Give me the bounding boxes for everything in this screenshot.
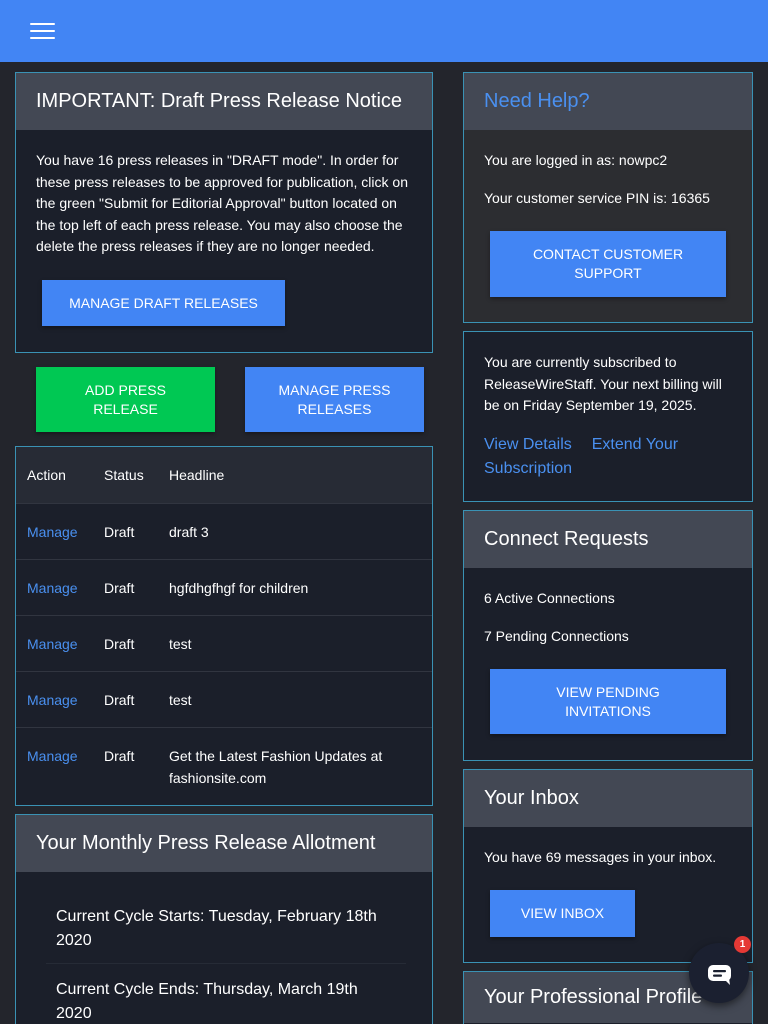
header-action: Action (27, 467, 66, 483)
manage-link[interactable]: Manage (27, 524, 78, 540)
add-press-release-button[interactable]: ADD PRESS RELEASE (36, 367, 215, 432)
view-details-link[interactable]: View Details (484, 436, 572, 453)
allotment-card: Your Monthly Press Release Allotment Cur… (15, 814, 433, 1024)
manage-link[interactable]: Manage (27, 692, 78, 708)
cycle-start-text: Current Cycle Starts: Tuesday, February … (56, 908, 377, 949)
chat-notification-badge: 1 (734, 936, 751, 953)
status-cell: Draft (104, 692, 135, 708)
table-row: Manage Draft Get the Latest Fashion Upda… (16, 727, 432, 805)
inbox-text: You have 69 messages in your inbox. (484, 849, 717, 865)
top-navbar (0, 0, 768, 62)
inbox-card: Your Inbox You have 69 messages in your … (463, 769, 753, 963)
header-headline: Headline (169, 467, 225, 483)
headline-cell: test (169, 692, 192, 708)
connect-requests-title: Connect Requests (464, 511, 752, 568)
subscription-links: View Details Extend Your Subscription (484, 433, 734, 481)
table-row: Manage Draft test (16, 615, 432, 671)
table-row: Manage Draft test (16, 671, 432, 727)
inbox-title: Your Inbox (464, 770, 752, 827)
divider (46, 963, 406, 964)
subscription-card: You are currently subscribed to ReleaseW… (463, 331, 753, 502)
releases-table: Action Status Headline Manage Draft draf… (15, 446, 433, 806)
logged-in-text: You are logged in as: nowpc2 (484, 152, 668, 168)
headline-cell: test (169, 636, 192, 652)
draft-notice-title: IMPORTANT: Draft Press Release Notice (16, 73, 432, 130)
status-cell: Draft (104, 580, 135, 596)
active-connections-text: 6 Active Connections (484, 590, 615, 606)
service-pin-text: Your customer service PIN is: 16365 (484, 190, 710, 206)
manage-draft-releases-button[interactable]: MANAGE DRAFT RELEASES (42, 280, 285, 326)
need-help-title: Need Help? (464, 73, 752, 130)
subscription-text: You are currently subscribed to ReleaseW… (484, 354, 722, 413)
manage-link[interactable]: Manage (27, 748, 78, 764)
hamburger-menu-icon[interactable] (30, 21, 56, 41)
need-help-card: Need Help? You are logged in as: nowpc2 … (463, 72, 753, 323)
status-cell: Draft (104, 748, 135, 764)
table-header-row: Action Status Headline (16, 447, 432, 503)
status-cell: Draft (104, 636, 135, 652)
contact-support-button[interactable]: CONTACT CUSTOMER SUPPORT (490, 231, 726, 297)
headline-cell: Get the Latest Fashion Updates at fashio… (169, 748, 383, 786)
view-inbox-button[interactable]: VIEW INBOX (490, 890, 635, 937)
header-status: Status (104, 467, 144, 483)
connect-requests-card: Connect Requests 6 Active Connections 7 … (463, 510, 753, 761)
draft-notice-card: IMPORTANT: Draft Press Release Notice Yo… (15, 72, 433, 353)
view-pending-invitations-button[interactable]: VIEW PENDING INVITATIONS (490, 669, 726, 734)
table-row: Manage Draft draft 3 (16, 503, 432, 559)
table-row: Manage Draft hgfdhgfhgf for children (16, 559, 432, 615)
draft-notice-body: You have 16 press releases in "DRAFT mod… (36, 152, 408, 254)
manage-press-releases-button[interactable]: MANAGE PRESS RELEASES (245, 367, 424, 432)
cycle-end-text: Current Cycle Ends: Thursday, March 19th… (56, 981, 358, 1022)
headline-cell: hgfdhgfhgf for children (169, 580, 309, 596)
headline-cell: draft 3 (169, 524, 209, 540)
manage-link[interactable]: Manage (27, 580, 78, 596)
allotment-title: Your Monthly Press Release Allotment (16, 815, 432, 872)
status-cell: Draft (104, 524, 135, 540)
manage-link[interactable]: Manage (27, 636, 78, 652)
pending-connections-text: 7 Pending Connections (484, 628, 629, 644)
